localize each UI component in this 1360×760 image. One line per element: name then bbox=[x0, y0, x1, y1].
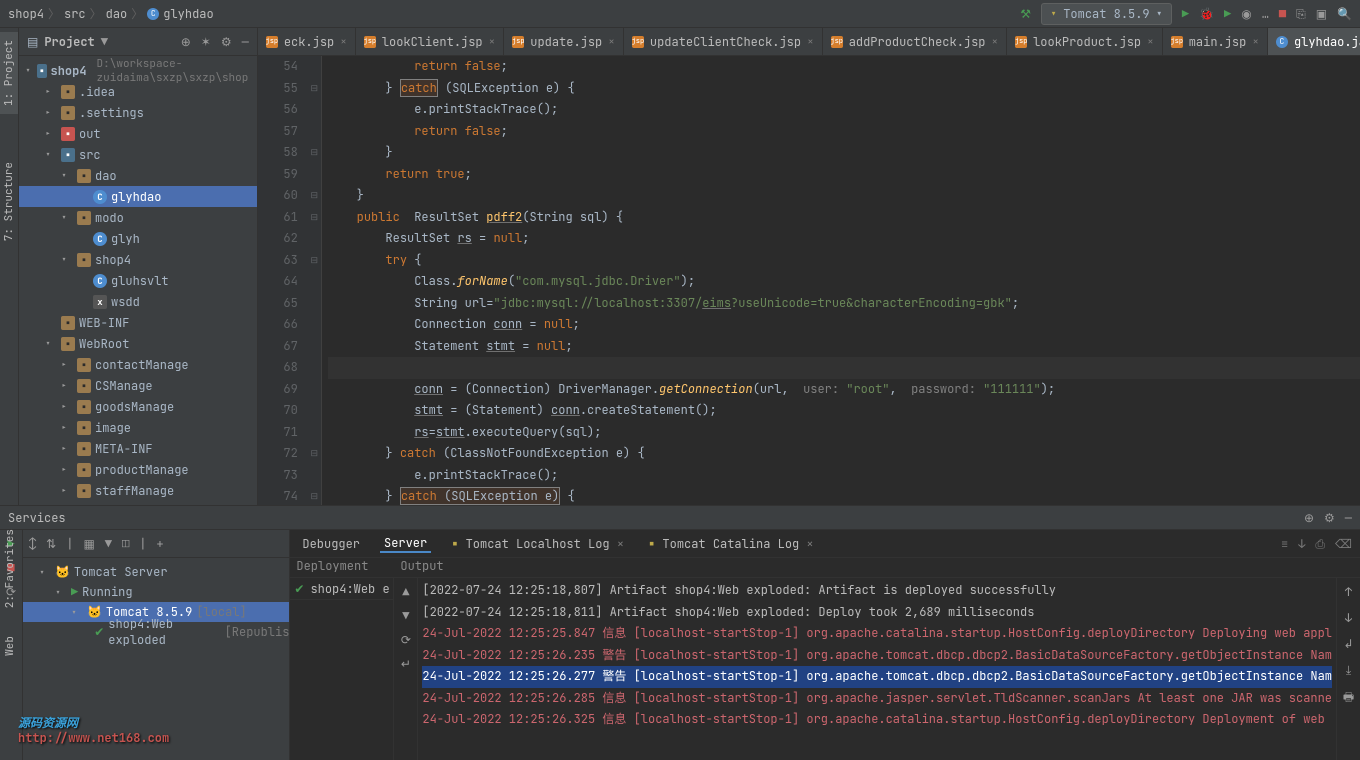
service-tree-item[interactable]: ✔ shop4:Web exploded [Republis bbox=[23, 622, 289, 642]
close-icon[interactable]: × bbox=[1147, 35, 1154, 49]
tree-item[interactable]: Cgluhsvlt bbox=[19, 270, 257, 291]
stop-icon[interactable]: ■ bbox=[1279, 6, 1286, 22]
tree-root[interactable]: ▪ shop4 D:\workspace-zuidaima\sxzp\sxzp\… bbox=[19, 60, 257, 81]
service-tab[interactable]: Debugger bbox=[298, 536, 364, 552]
service-tab[interactable]: ▪ Tomcat Catalina Log × bbox=[644, 536, 818, 552]
editor-tab[interactable]: jspeck.jsp× bbox=[258, 28, 356, 56]
tree-item[interactable]: ▪image bbox=[19, 417, 257, 438]
console-output[interactable]: [2022-07-24 12:25:18,807] Artifact shop4… bbox=[418, 578, 1336, 760]
layout-icon[interactable]: ▣ bbox=[1316, 6, 1327, 22]
close-icon[interactable]: × bbox=[340, 35, 347, 49]
close-icon[interactable]: × bbox=[489, 35, 496, 49]
tree-item[interactable]: xwsdd bbox=[19, 291, 257, 312]
deployment-header: Deployment bbox=[290, 558, 394, 577]
editor-tab[interactable]: jsplookProduct.jsp× bbox=[1007, 28, 1163, 56]
web-tool-tab[interactable]: Web bbox=[1, 632, 19, 660]
service-tree-item[interactable]: 🐱 Tomcat Server bbox=[23, 562, 289, 582]
clear-icon[interactable]: ⌫ bbox=[1335, 536, 1352, 552]
output-header: Output bbox=[394, 558, 443, 577]
tree-item[interactable]: ▪CSManage bbox=[19, 375, 257, 396]
grid-icon[interactable]: ▦ bbox=[83, 536, 94, 552]
hide-icon[interactable]: — bbox=[1345, 510, 1352, 526]
tree-item[interactable]: ▪META-INF bbox=[19, 438, 257, 459]
search-icon[interactable]: 🔍 bbox=[1337, 6, 1352, 22]
up-icon[interactable]: ↑ bbox=[1345, 584, 1352, 600]
tree-item[interactable]: ▪shop4 bbox=[19, 249, 257, 270]
service-tree-item[interactable]: ▶ Running bbox=[23, 582, 289, 602]
editor-tab[interactable]: Cglyhdao.java× bbox=[1268, 28, 1360, 56]
breadcrumb[interactable]: shop4〉 src〉 dao〉 C glyhdao bbox=[8, 5, 214, 22]
project-tree[interactable]: ▪ shop4 D:\workspace-zuidaima\sxzp\sxzp\… bbox=[19, 56, 257, 505]
git-icon[interactable]: ⎘ bbox=[1296, 6, 1306, 22]
scroll-icon[interactable]: ⤓ bbox=[1346, 662, 1351, 678]
tree-item[interactable]: ▪WebRoot bbox=[19, 333, 257, 354]
tree-collapse-icon[interactable]: ⇅ bbox=[46, 536, 56, 552]
close-icon[interactable]: × bbox=[608, 35, 615, 49]
tree-item[interactable]: ▪goodsManage bbox=[19, 396, 257, 417]
tree-item[interactable]: ▪contactManage bbox=[19, 354, 257, 375]
gear-icon[interactable]: ⚙ bbox=[1324, 510, 1335, 526]
refresh-icon[interactable]: ⟳ bbox=[401, 632, 411, 648]
deploy-item[interactable]: ✔shop4:Web e bbox=[290, 578, 393, 600]
service-tab[interactable]: Server bbox=[380, 535, 431, 553]
down-icon[interactable]: ▼ bbox=[402, 608, 409, 624]
project-title: Project bbox=[44, 34, 94, 50]
tree-item[interactable]: ▪productManage bbox=[19, 459, 257, 480]
close-icon[interactable]: × bbox=[1252, 35, 1259, 49]
tree-item[interactable]: ▪WEB-INF bbox=[19, 312, 257, 333]
project-tool-tab[interactable]: 1: Project bbox=[0, 32, 18, 114]
locate-icon[interactable]: ⊕ bbox=[181, 34, 191, 50]
favorites-tool-tab[interactable]: 2: Favorites bbox=[1, 525, 19, 612]
services-title: Services bbox=[8, 510, 66, 526]
code-editor[interactable]: ▲ 19 ▲ 2 ✔ 9 ^ ˅ 54555657585960616263646… bbox=[258, 56, 1360, 505]
editor-tab[interactable]: jspupdate.jsp× bbox=[504, 28, 624, 56]
close-icon[interactable]: × bbox=[807, 35, 814, 49]
down-icon[interactable]: ↓ bbox=[1345, 610, 1352, 626]
tree-item[interactable]: ▪src bbox=[19, 144, 257, 165]
class-icon: C bbox=[147, 8, 159, 20]
expand-icon[interactable]: ✶ bbox=[201, 34, 211, 50]
attach-icon[interactable]: … bbox=[1262, 6, 1269, 22]
hide-icon[interactable]: — bbox=[242, 34, 249, 50]
tree-item[interactable]: ▪staffManage bbox=[19, 480, 257, 501]
tree-item[interactable]: Cglyh bbox=[19, 228, 257, 249]
tree-item[interactable]: ▪modo bbox=[19, 207, 257, 228]
editor-tabs[interactable]: jspeck.jsp×jsplookClient.jsp×jspupdate.j… bbox=[258, 28, 1360, 56]
editor-tab[interactable]: jspmain.jsp× bbox=[1163, 28, 1268, 56]
run-icon[interactable]: ▶ bbox=[1182, 6, 1189, 22]
tree-item[interactable]: ▪.settings bbox=[19, 102, 257, 123]
close-icon[interactable]: × bbox=[992, 35, 999, 49]
hammer-icon[interactable]: ⚒ bbox=[1020, 6, 1031, 22]
toggle-soft-wrap-icon[interactable]: ≡ bbox=[1281, 536, 1288, 552]
print-icon[interactable]: 🖶 bbox=[1343, 688, 1354, 709]
add-icon[interactable]: + bbox=[156, 536, 163, 552]
editor-tab[interactable]: jspupdateClientCheck.jsp× bbox=[624, 28, 823, 56]
up-icon[interactable]: ▲ bbox=[402, 584, 409, 600]
services-panel: Services ⊕ ⚙ — ▶ ■ ⟳ ↕ ⇅ | ▦ ▼ ◫ | + 🐱 T… bbox=[0, 505, 1360, 760]
wrap-icon[interactable]: ↲ bbox=[1343, 636, 1353, 652]
tree-expand-icon[interactable]: ↕ bbox=[29, 536, 36, 552]
navigation-bar: shop4〉 src〉 dao〉 C glyhdao ⚒ ▾Tomcat 8.5… bbox=[0, 0, 1360, 28]
structure-tool-tab[interactable]: 7: Structure bbox=[0, 154, 18, 249]
filter-icon[interactable]: ▼ bbox=[105, 536, 112, 552]
tree-item[interactable]: ▪dao bbox=[19, 165, 257, 186]
tree-item[interactable]: ▪out bbox=[19, 123, 257, 144]
wrap-icon[interactable]: ↵ bbox=[401, 656, 411, 672]
tree-item[interactable]: Cglyhdao bbox=[19, 186, 257, 207]
scroll-to-end-icon[interactable]: ↓ bbox=[1298, 536, 1305, 552]
editor-tab[interactable]: jsplookClient.jsp× bbox=[356, 28, 504, 56]
locate-icon[interactable]: ⊕ bbox=[1304, 510, 1314, 526]
print-icon[interactable]: ⎙ bbox=[1315, 536, 1325, 552]
debug-icon[interactable]: 🐞 bbox=[1199, 6, 1214, 22]
project-icon: ▤ bbox=[27, 34, 38, 50]
bookmark-icon[interactable]: ◫ bbox=[122, 536, 129, 552]
profile-icon[interactable]: ◉ bbox=[1241, 6, 1251, 22]
editor-tab[interactable]: jspaddProductCheck.jsp× bbox=[823, 28, 1007, 56]
gear-icon[interactable]: ⚙ bbox=[221, 34, 232, 50]
run-config-select[interactable]: ▾Tomcat 8.5.9▾ bbox=[1041, 3, 1172, 25]
coverage-icon[interactable]: ▶ bbox=[1224, 6, 1231, 22]
project-panel: ▤ Project ▼ ⊕ ✶ ⚙ — ▪ shop4 D:\workspace… bbox=[19, 28, 258, 505]
service-tab[interactable]: ▪ Tomcat Localhost Log × bbox=[447, 536, 628, 552]
